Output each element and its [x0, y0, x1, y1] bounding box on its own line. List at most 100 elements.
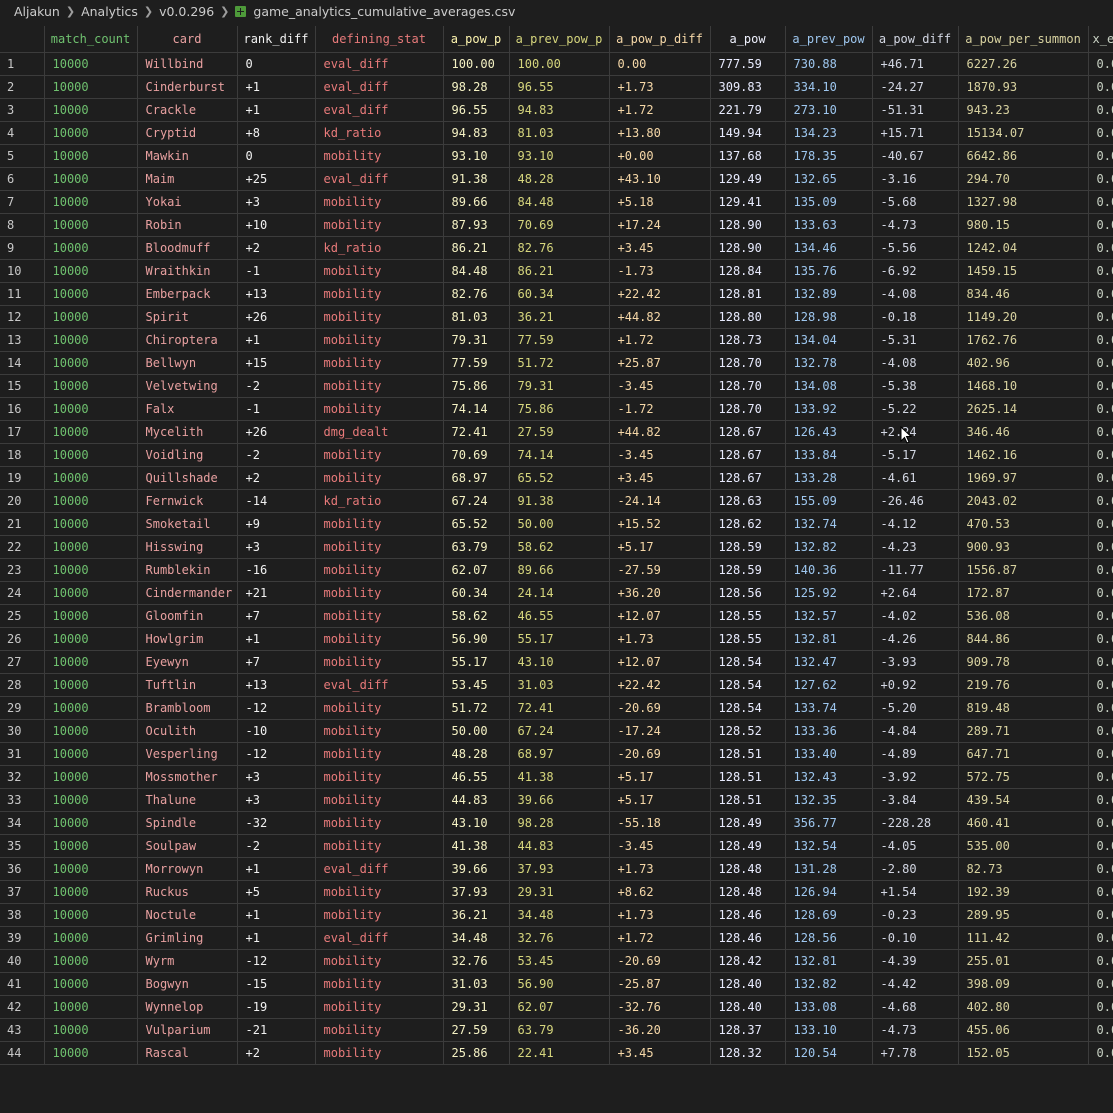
cell-card[interactable]: Wraithkin — [137, 259, 238, 283]
cell-match-count[interactable]: 10000 — [44, 880, 138, 904]
row-number[interactable]: 14 — [0, 351, 45, 375]
cell-match-count[interactable]: 10000 — [44, 995, 138, 1019]
cell-a-prev-pow-p[interactable]: 62.07 — [509, 995, 610, 1019]
row-number[interactable]: 2 — [0, 75, 45, 99]
cell-rank-diff[interactable]: -12 — [237, 742, 316, 766]
table-row[interactable]: 3 10000 Crackle +1 eval_diff 96.55 94.83 +1.72 2… — [0, 98, 1113, 122]
cell-a-pow-p-diff[interactable]: -3.45 — [609, 374, 711, 398]
cell-rank-diff[interactable]: +1 — [237, 328, 316, 352]
cell-defining-stat[interactable]: mobility — [315, 190, 444, 214]
cell-x-en[interactable]: 0.02 — [1088, 1041, 1113, 1065]
table-row[interactable]: 41 10000 Bogwyn -15 mobility 31.03 56.90 -25.87… — [0, 972, 1113, 996]
cell-a-pow[interactable]: 128.70 — [710, 351, 786, 375]
cell-a-pow-per-summon[interactable]: 572.75 — [958, 765, 1089, 789]
cell-a-pow[interactable]: 128.81 — [710, 282, 786, 306]
cell-a-pow[interactable]: 128.67 — [710, 466, 786, 490]
cell-a-pow-p-diff[interactable]: +5.18 — [609, 190, 711, 214]
row-number[interactable]: 43 — [0, 1018, 45, 1042]
row-number[interactable]: 3 — [0, 98, 45, 122]
table-row[interactable]: 26 10000 Howlgrim +1 mobility 56.90 55.17 +1.73… — [0, 627, 1113, 651]
table-row[interactable]: 8 10000 Robin +10 mobility 87.93 70.69 +17.24 12… — [0, 213, 1113, 237]
cell-a-pow-diff[interactable]: -6.92 — [872, 259, 959, 283]
table-row[interactable]: 22 10000 Hisswing +3 mobility 63.79 58.62 +5.17… — [0, 535, 1113, 559]
cell-a-pow[interactable]: 128.67 — [710, 443, 786, 467]
cell-card[interactable]: Spirit — [137, 305, 238, 329]
cell-match-count[interactable]: 10000 — [44, 650, 138, 674]
cell-a-pow-p-diff[interactable]: +15.52 — [609, 512, 711, 536]
cell-a-prev-pow-p[interactable]: 53.45 — [509, 949, 610, 973]
cell-a-pow-per-summon[interactable]: 15134.07 — [958, 121, 1089, 145]
cell-a-pow-p[interactable]: 91.38 — [443, 167, 510, 191]
cell-card[interactable]: Bellwyn — [137, 351, 238, 375]
row-number[interactable]: 16 — [0, 397, 45, 421]
cell-a-prev-pow-p[interactable]: 60.34 — [509, 282, 610, 306]
row-number[interactable]: 7 — [0, 190, 45, 214]
cell-rank-diff[interactable]: -12 — [237, 696, 316, 720]
cell-defining-stat[interactable]: mobility — [315, 972, 444, 996]
cell-match-count[interactable]: 10000 — [44, 282, 138, 306]
cell-a-pow-diff[interactable]: -4.73 — [872, 213, 959, 237]
cell-a-pow[interactable]: 128.40 — [710, 995, 786, 1019]
cell-defining-stat[interactable]: mobility — [315, 213, 444, 237]
cell-a-pow-p[interactable]: 72.41 — [443, 420, 510, 444]
cell-defining-stat[interactable]: mobility — [315, 696, 444, 720]
cell-defining-stat[interactable]: kd_ratio — [315, 236, 444, 260]
cell-defining-stat[interactable]: mobility — [315, 397, 444, 421]
cell-a-pow-per-summon[interactable]: 1242.04 — [958, 236, 1089, 260]
cell-a-prev-pow-p[interactable]: 41.38 — [509, 765, 610, 789]
cell-rank-diff[interactable]: -2 — [237, 443, 316, 467]
cell-a-pow[interactable]: 128.51 — [710, 742, 786, 766]
row-number[interactable]: 17 — [0, 420, 45, 444]
cell-a-prev-pow-p[interactable]: 44.83 — [509, 834, 610, 858]
cell-a-pow-p-diff[interactable]: +36.20 — [609, 581, 711, 605]
cell-card[interactable]: Noctule — [137, 903, 238, 927]
cell-x-en[interactable]: 0.02 — [1088, 489, 1113, 513]
cell-a-prev-pow-p[interactable]: 56.90 — [509, 972, 610, 996]
cell-x-en[interactable]: 0.04 — [1088, 604, 1113, 628]
cell-match-count[interactable]: 10000 — [44, 581, 138, 605]
cell-a-pow-p[interactable]: 32.76 — [443, 949, 510, 973]
cell-defining-stat[interactable]: mobility — [315, 328, 444, 352]
cell-a-pow-per-summon[interactable]: 402.80 — [958, 995, 1089, 1019]
cell-a-prev-pow[interactable]: 132.78 — [785, 351, 873, 375]
cell-card[interactable]: Crackle — [137, 98, 238, 122]
cell-a-prev-pow[interactable]: 126.43 — [785, 420, 873, 444]
cell-a-pow-p-diff[interactable]: +22.42 — [609, 282, 711, 306]
row-number[interactable]: 38 — [0, 903, 45, 927]
cell-a-pow[interactable]: 129.49 — [710, 167, 786, 191]
cell-x-en[interactable]: 0.04 — [1088, 834, 1113, 858]
cell-a-pow-diff[interactable]: -3.93 — [872, 650, 959, 674]
table-row[interactable]: 25 10000 Gloomfin +7 mobility 58.62 46.55 +12.0… — [0, 604, 1113, 628]
cell-a-prev-pow[interactable]: 134.04 — [785, 328, 873, 352]
cell-defining-stat[interactable]: mobility — [315, 604, 444, 628]
cell-card[interactable]: Smoketail — [137, 512, 238, 536]
cell-a-pow-per-summon[interactable]: 834.46 — [958, 282, 1089, 306]
row-number[interactable]: 41 — [0, 972, 45, 996]
cell-a-prev-pow[interactable]: 133.63 — [785, 213, 873, 237]
cell-a-pow-p[interactable]: 41.38 — [443, 834, 510, 858]
cell-card[interactable]: Howlgrim — [137, 627, 238, 651]
cell-a-prev-pow[interactable]: 133.74 — [785, 696, 873, 720]
cell-rank-diff[interactable]: +8 — [237, 121, 316, 145]
cell-rank-diff[interactable]: -15 — [237, 972, 316, 996]
cell-a-pow-per-summon[interactable]: 2625.14 — [958, 397, 1089, 421]
cell-a-pow[interactable]: 128.59 — [710, 558, 786, 582]
cell-rank-diff[interactable]: -14 — [237, 489, 316, 513]
column-header-a-pow-diff[interactable]: a_pow_diff — [872, 26, 959, 53]
cell-a-pow-p-diff[interactable]: -1.73 — [609, 259, 711, 283]
breadcrumb-item-version[interactable]: v0.0.296 — [159, 4, 214, 19]
cell-card[interactable]: Quillshade — [137, 466, 238, 490]
cell-a-prev-pow-p[interactable]: 77.59 — [509, 328, 610, 352]
cell-match-count[interactable]: 10000 — [44, 144, 138, 168]
cell-a-pow-diff[interactable]: -4.89 — [872, 742, 959, 766]
cell-a-pow-p[interactable]: 51.72 — [443, 696, 510, 720]
cell-a-pow-per-summon[interactable]: 192.39 — [958, 880, 1089, 904]
cell-a-pow[interactable]: 128.46 — [710, 926, 786, 950]
cell-a-pow[interactable]: 149.94 — [710, 121, 786, 145]
cell-a-pow-diff[interactable]: +15.71 — [872, 121, 959, 145]
cell-match-count[interactable]: 10000 — [44, 236, 138, 260]
cell-card[interactable]: Mossmother — [137, 765, 238, 789]
cell-match-count[interactable]: 10000 — [44, 558, 138, 582]
cell-a-pow-diff[interactable]: -11.77 — [872, 558, 959, 582]
cell-match-count[interactable]: 10000 — [44, 535, 138, 559]
